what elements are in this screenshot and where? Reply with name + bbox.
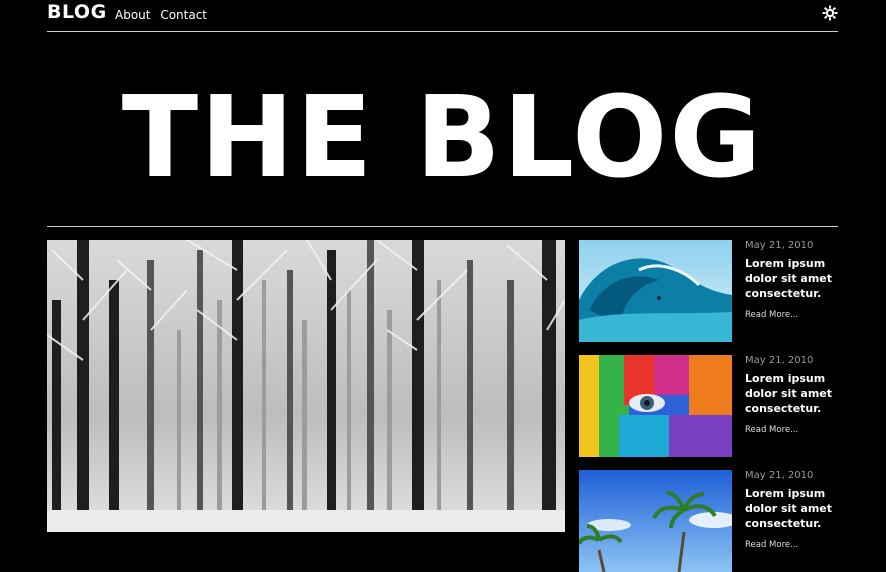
read-more-link[interactable]: Read More... bbox=[745, 540, 798, 550]
post-title[interactable]: Lorem ipsum dolor sit amet consectetur. bbox=[745, 371, 845, 416]
post-meta: May 21, 2010 Lorem ipsum dolor sit amet … bbox=[745, 355, 845, 435]
hero-section: THE BLOG bbox=[47, 32, 838, 227]
post-date: May 21, 2010 bbox=[745, 355, 814, 366]
read-more-link[interactable]: Read More... bbox=[745, 425, 798, 435]
post-thumbnail-surfer-wave[interactable] bbox=[579, 240, 732, 342]
post-date: May 21, 2010 bbox=[745, 470, 814, 481]
read-more-link[interactable]: Read More... bbox=[745, 310, 798, 320]
site-logo[interactable]: BLOG bbox=[47, 1, 107, 23]
nav-link-contact[interactable]: Contact bbox=[160, 8, 207, 22]
post-meta: May 21, 2010 Lorem ipsum dolor sit amet … bbox=[745, 240, 845, 320]
post-meta: May 21, 2010 Lorem ipsum dolor sit amet … bbox=[745, 470, 845, 550]
top-navbar: BLOG About Contact bbox=[47, 0, 838, 32]
hero-title: THE BLOG bbox=[121, 73, 764, 203]
theme-toggle-icon[interactable] bbox=[822, 5, 838, 21]
post-card[interactable]: May 21, 2010 Lorem ipsum dolor sit amet … bbox=[579, 355, 838, 457]
post-thumbnail-rainbow-face[interactable] bbox=[579, 355, 732, 457]
featured-post-image[interactable] bbox=[47, 240, 565, 532]
post-card[interactable]: May 21, 2010 Lorem ipsum dolor sit amet … bbox=[579, 470, 838, 572]
post-thumbnail-palm-trees[interactable] bbox=[579, 470, 732, 572]
post-date: May 21, 2010 bbox=[745, 240, 814, 251]
post-card[interactable]: May 21, 2010 Lorem ipsum dolor sit amet … bbox=[579, 240, 838, 342]
nav-link-about[interactable]: About bbox=[115, 8, 150, 22]
nav-links: About Contact bbox=[115, 8, 213, 22]
post-title[interactable]: Lorem ipsum dolor sit amet consectetur. bbox=[745, 256, 845, 301]
post-title[interactable]: Lorem ipsum dolor sit amet consectetur. bbox=[745, 486, 845, 531]
